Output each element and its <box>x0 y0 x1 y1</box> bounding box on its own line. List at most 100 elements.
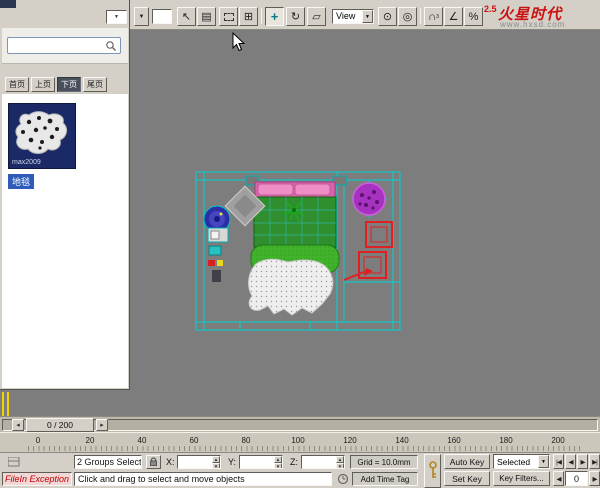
list-icon: ▤ <box>201 10 211 23</box>
watermark: 2.5 火星时代 www.hxsd.com <box>484 2 596 30</box>
reference-coordinate-dropdown[interactable]: View ▼ <box>332 9 374 24</box>
pager-label: 尾页 <box>87 79 103 90</box>
asset-caption[interactable]: 地毯 <box>8 174 34 189</box>
tick-label: 40 <box>138 436 147 445</box>
key-filters-label: Key Filters... <box>499 474 543 483</box>
use-center-button[interactable]: ⊙ <box>378 7 397 26</box>
select-manipulate-button[interactable]: ◎ <box>398 7 417 26</box>
pager-label: 首页 <box>9 79 25 90</box>
spinner-up-icon[interactable]: ▲ <box>212 456 220 463</box>
x-label: X: <box>166 457 175 467</box>
set-key-label: Set Key <box>452 474 482 484</box>
listener-splitter-icon[interactable] <box>8 457 20 467</box>
angle-snap-button[interactable]: ∠ <box>444 7 463 26</box>
prev-frame-icon: ◀ <box>569 458 573 466</box>
percent-snap-button[interactable]: % <box>464 7 483 26</box>
watermark-version: 2.5 <box>484 4 497 14</box>
chevron-down-icon: ▼ <box>114 14 119 20</box>
search-input[interactable] <box>10 39 106 52</box>
pager-prev-button[interactable]: 上页 <box>31 77 55 92</box>
prev-key-icon: ◀ <box>557 475 561 483</box>
fur-rug[interactable] <box>249 259 333 315</box>
set-keys-button[interactable] <box>424 454 441 488</box>
picture-frame-2[interactable] <box>359 252 386 278</box>
bed[interactable] <box>251 182 339 273</box>
region-select-button[interactable] <box>219 7 238 26</box>
time-slider-handle[interactable]: 0 / 200 <box>26 418 94 432</box>
current-frame-field[interactable]: 0 <box>565 471 588 486</box>
select-move-button[interactable]: + <box>265 7 284 26</box>
play-icon: ▶ <box>581 458 585 466</box>
select-by-name-button[interactable]: ▤ <box>197 7 216 26</box>
spinner-down-icon[interactable]: ▼ <box>274 463 282 469</box>
coordinate-system-label: View <box>336 11 355 21</box>
tick-label: 100 <box>291 436 304 445</box>
z-spinner[interactable]: ▲ ▼ <box>336 456 344 468</box>
next-key-button[interactable]: ▶ <box>589 471 600 486</box>
current-frame-value: 0 <box>574 474 579 484</box>
panel-titlebar-fragment <box>0 0 16 8</box>
search-icon[interactable] <box>105 40 117 52</box>
tick-label: 120 <box>343 436 356 445</box>
pager-next-button[interactable]: 下页 <box>57 77 81 92</box>
prompt-text: Click and drag to select and move object… <box>78 474 245 484</box>
window-crossing-button[interactable]: ⊞ <box>239 7 258 26</box>
grid-setting-text: Grid = 10.0mm <box>357 458 410 467</box>
scale-icon: ▱ <box>312 10 320 23</box>
goto-start-button[interactable]: |◀ <box>553 454 564 469</box>
tick-label: 160 <box>447 436 460 445</box>
key-filters-button[interactable]: Key Filters... <box>493 471 550 486</box>
asset-filename: max2009 <box>12 159 41 166</box>
track-bar[interactable]: 0 20 40 60 80 100 120 140 160 180 200 <box>0 432 600 452</box>
slider-next-icon[interactable]: ▸ <box>96 419 108 431</box>
desk-items[interactable] <box>208 228 228 282</box>
x-spinner[interactable]: ▲ ▼ <box>212 456 220 468</box>
selection-lock-button[interactable] <box>146 455 161 469</box>
add-time-tag-label: Add Time Tag <box>361 475 410 484</box>
spinner-down-icon[interactable]: ▼ <box>212 463 220 469</box>
named-selection-field[interactable] <box>152 9 172 24</box>
watermark-url: www.hxsd.com <box>500 20 565 29</box>
play-button[interactable]: ▶ <box>577 454 588 469</box>
script-error-text: FileIn Exception <box>5 474 69 484</box>
chevron-down-icon: ▼ <box>139 14 145 20</box>
select-scale-button[interactable]: ▱ <box>307 7 326 26</box>
pager-last-button[interactable]: 尾页 <box>83 77 107 92</box>
tick-label: 60 <box>190 436 199 445</box>
angle-icon: ∠ <box>449 10 459 23</box>
prev-frame-button[interactable]: ◀ <box>565 454 576 469</box>
chevron-down-icon[interactable]: ▼ <box>538 455 549 468</box>
pager-bar: 首页 上页 下页 尾页 <box>2 76 128 94</box>
snap-toggle-button[interactable]: ∩ 3 <box>424 7 443 26</box>
z-coordinate-field[interactable]: ▲ ▼ <box>301 455 345 469</box>
panel-dropdown[interactable]: ▼ <box>106 10 127 24</box>
spinner-up-icon[interactable]: ▲ <box>336 456 344 463</box>
select-rotate-button[interactable]: ↻ <box>286 7 305 26</box>
search-box[interactable] <box>7 37 121 54</box>
goto-end-button[interactable]: ▶| <box>589 454 600 469</box>
y-spinner[interactable]: ▲ ▼ <box>274 456 282 468</box>
add-time-tag-field[interactable]: Add Time Tag <box>352 472 418 486</box>
round-rug[interactable] <box>351 180 387 218</box>
picture-frame-1[interactable] <box>366 222 392 247</box>
percent-icon: % <box>469 11 479 23</box>
spinner-down-icon[interactable]: ▼ <box>336 463 344 469</box>
chevron-down-icon[interactable]: ▼ <box>362 10 373 23</box>
slider-prev-icon[interactable]: ◂ <box>12 419 24 431</box>
x-coordinate-field[interactable]: ▲ ▼ <box>177 455 221 469</box>
time-slider-row: ◂ 0 / 200 ▸ <box>0 416 600 432</box>
key-filter-dropdown[interactable]: Selected ▼ <box>493 454 550 469</box>
auto-key-button[interactable]: Auto Key <box>444 454 490 469</box>
asset-thumbnail[interactable]: max2009 <box>8 103 76 169</box>
pager-first-button[interactable]: 首页 <box>5 77 29 92</box>
pager-label: 上页 <box>35 79 51 90</box>
history-dropdown-button[interactable]: ▼ <box>134 7 149 26</box>
prev-key-button[interactable]: ◀ <box>553 471 564 486</box>
select-object-button[interactable]: ↖ <box>177 7 196 26</box>
set-key-button[interactable]: Set Key <box>444 471 490 486</box>
manipulate-icon: ◎ <box>403 10 413 23</box>
spinner-up-icon[interactable]: ▲ <box>274 456 282 463</box>
snap-mode-label: 3 <box>436 14 439 20</box>
lock-icon <box>149 457 158 467</box>
y-coordinate-field[interactable]: ▲ ▼ <box>239 455 283 469</box>
